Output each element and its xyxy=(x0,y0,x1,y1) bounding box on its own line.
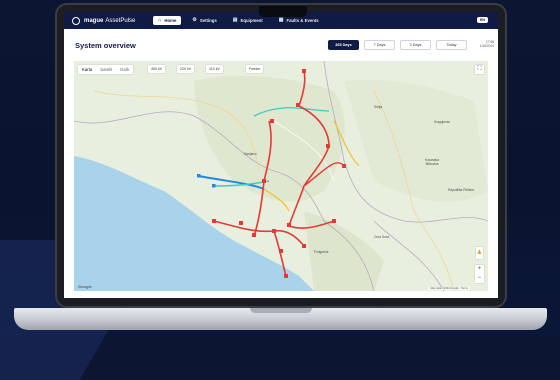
map-type-karta[interactable]: Karta xyxy=(78,65,96,74)
substation-marker xyxy=(270,119,274,123)
zoom-out-button[interactable]: − xyxy=(475,274,484,283)
substation-marker xyxy=(326,144,330,148)
nav-home[interactable]: ⌂ Home xyxy=(153,16,182,25)
nav-home-label: Home xyxy=(164,18,177,23)
place-label: Kosovska Mitrovica xyxy=(425,158,439,166)
substation-marker xyxy=(239,221,243,225)
substation-marker xyxy=(332,219,336,223)
map-type-switch: Karta Satelit Dark xyxy=(78,65,134,74)
land-region xyxy=(194,75,345,202)
land-region-2 xyxy=(344,79,488,202)
pegman-icon[interactable]: ♟ xyxy=(476,247,483,259)
place-label: Kragujevac xyxy=(434,120,450,124)
filter-400kv[interactable]: 400 kV xyxy=(148,65,166,73)
date-label: 1/16/2024 xyxy=(479,44,494,48)
map-type-satelit[interactable]: Satelit xyxy=(96,65,116,74)
date-info: 17:58 1/16/2024 xyxy=(474,40,494,48)
brand-logo[interactable]: mague AssetPulse xyxy=(72,16,136,25)
laptop-base-notch xyxy=(250,308,312,313)
substation-marker xyxy=(212,219,216,223)
filter-110kv[interactable]: 110 kV xyxy=(206,65,223,73)
nav-equipment[interactable]: ▤ Equipment xyxy=(228,16,268,25)
logo-icon xyxy=(72,16,80,25)
google-logo: Google xyxy=(78,284,92,289)
camera-notch xyxy=(259,6,307,17)
border-line-3 xyxy=(373,220,445,291)
place-label: Crna Gora xyxy=(374,235,389,239)
nav-settings[interactable]: ⚙ Settings xyxy=(187,16,221,25)
substation-marker xyxy=(342,164,346,168)
nav-faults-label: Faults & Events xyxy=(286,18,319,23)
substation-marker xyxy=(302,244,306,248)
zoom-in-button[interactable]: + xyxy=(475,265,484,274)
substation-marker xyxy=(252,233,256,237)
sea-area-2 xyxy=(234,246,296,291)
substation-marker xyxy=(262,179,266,183)
calendar-icon: ▦ xyxy=(278,17,284,23)
substation-marker xyxy=(287,223,291,227)
home-icon: ⌂ xyxy=(158,17,162,23)
tab-365-days[interactable]: 365 Days xyxy=(328,40,359,50)
nav-equipment-label: Equipment xyxy=(240,18,263,23)
map-attribution[interactable]: Map data ©2024 Google · Terms xyxy=(428,287,470,290)
place-label: Podgorica xyxy=(314,250,329,254)
nav-faults[interactable]: ▦ Faults & Events xyxy=(274,16,324,25)
range-tabs: 365 Days 7 Days 3 Days Today xyxy=(328,40,467,50)
brand-name-bold: mague xyxy=(84,17,104,24)
blue-markers xyxy=(197,174,216,188)
filter-feeder[interactable]: Feeder xyxy=(246,65,264,73)
equipment-icon: ▤ xyxy=(232,17,238,23)
map-canvas xyxy=(74,61,488,291)
page-title: System overview xyxy=(75,41,136,50)
zoom-control: + − xyxy=(475,265,484,283)
gear-icon: ⚙ xyxy=(192,17,197,23)
substation-marker xyxy=(279,249,283,253)
app-screen: mague AssetPulse ⌂ Home ⚙ Settings ▤ Equ… xyxy=(64,12,498,298)
fullscreen-icon[interactable]: ⛶ xyxy=(475,65,484,74)
brand-name: AssetPulse xyxy=(105,17,136,24)
substation-marker xyxy=(284,274,288,278)
substation-marker-blue xyxy=(212,184,216,188)
place-label: Sarajevo xyxy=(244,152,257,156)
place-label: Srbija xyxy=(374,105,383,109)
language-badge[interactable]: EN xyxy=(477,17,488,23)
tab-3-days[interactable]: 3 Days xyxy=(400,40,431,50)
place-label: Republika Priština xyxy=(448,188,474,192)
filter-220kv[interactable]: 220 kV xyxy=(177,65,195,73)
tab-7-days[interactable]: 7 Days xyxy=(364,40,395,50)
network-map[interactable]: Sarajevo Srbija Kosovska Mitrovica Repub… xyxy=(74,61,488,291)
nav-settings-label: Settings xyxy=(199,18,217,23)
substation-marker xyxy=(272,229,276,233)
substation-marker xyxy=(296,103,300,107)
map-type-dark[interactable]: Dark xyxy=(116,65,133,74)
substation-marker xyxy=(302,69,306,73)
substation-marker-blue xyxy=(197,174,201,178)
tab-today[interactable]: Today xyxy=(436,40,467,50)
